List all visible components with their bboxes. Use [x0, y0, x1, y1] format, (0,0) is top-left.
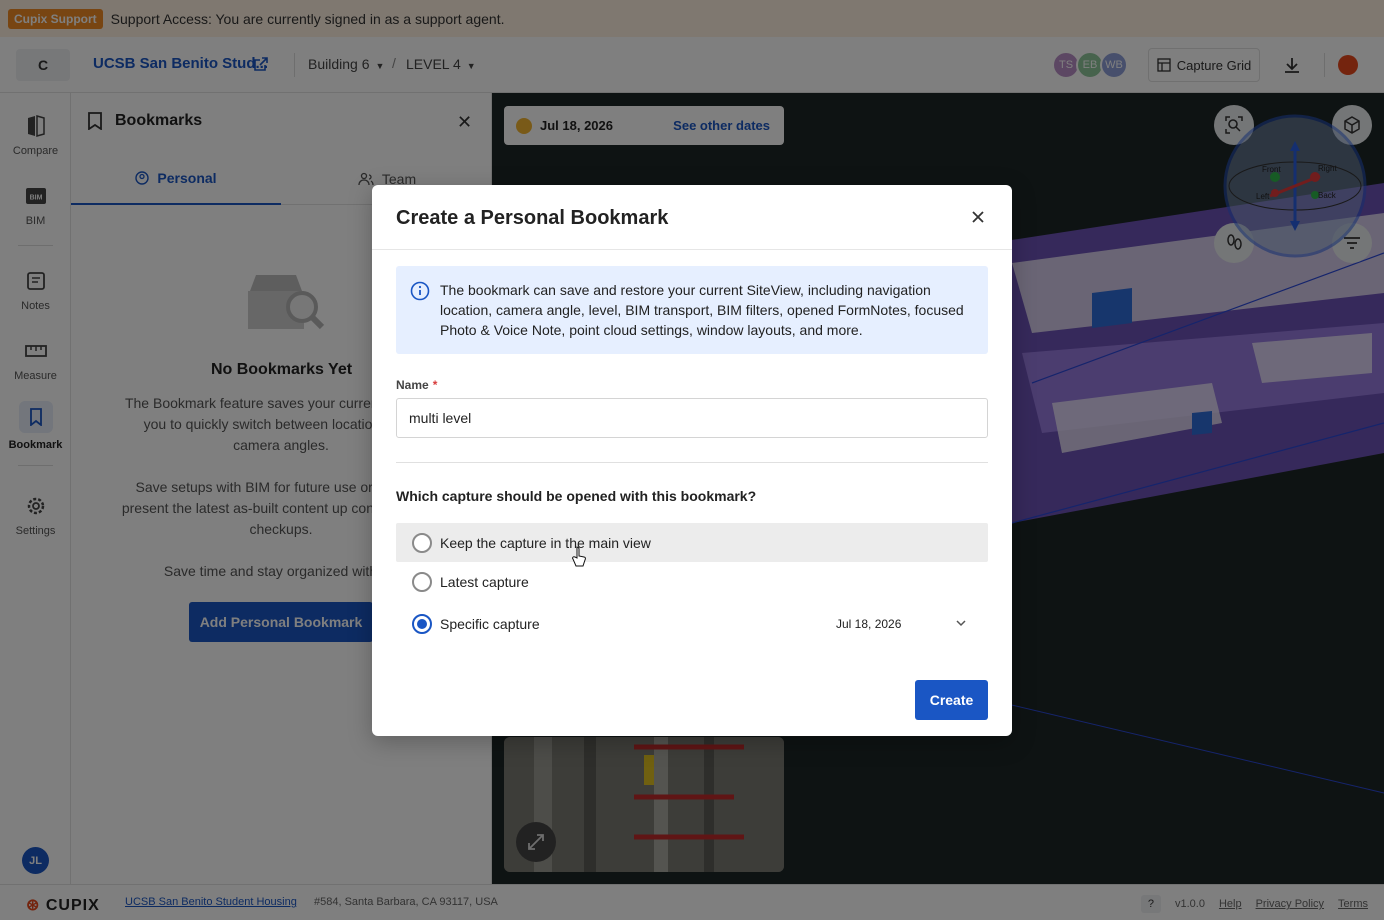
info-banner: The bookmark can save and restore your c… — [396, 266, 988, 354]
option-latest-capture[interactable]: Latest capture — [396, 562, 988, 601]
radio-button[interactable] — [412, 613, 432, 634]
selected-date: Jul 18, 2026 — [836, 616, 902, 631]
divider — [396, 462, 988, 463]
dialog-title: Create a Personal Bookmark — [396, 207, 669, 229]
modal-backdrop — [0, 884, 1384, 920]
radio-button[interactable] — [412, 571, 432, 592]
option-label: Latest capture — [440, 573, 529, 590]
option-label: Keep the capture in the main view — [440, 534, 651, 551]
chevron-down-icon — [956, 620, 966, 627]
close-icon[interactable] — [968, 207, 988, 227]
radio-button[interactable] — [412, 532, 432, 553]
info-text: The bookmark can save and restore your c… — [440, 282, 964, 338]
create-bookmark-dialog: Create a Personal Bookmark The bookmark … — [372, 185, 1012, 736]
capture-question: Which capture should be opened with this… — [396, 488, 757, 504]
option-specific-capture[interactable]: Specific capture Jul 18, 2026 — [396, 604, 988, 643]
info-icon — [410, 281, 430, 301]
required-marker: * — [432, 378, 438, 392]
modal-backdrop — [0, 0, 1384, 37]
name-label-text: Name — [396, 378, 429, 392]
name-field-label: Name * — [396, 378, 437, 392]
option-label: Specific capture — [440, 615, 540, 632]
capture-date-select[interactable]: Jul 18, 2026 — [836, 604, 976, 643]
divider — [372, 249, 1012, 250]
create-button[interactable]: Create — [915, 680, 988, 720]
hand-cursor-icon — [572, 546, 586, 567]
bookmark-name-input[interactable] — [396, 398, 988, 438]
option-keep-main-view[interactable]: Keep the capture in the main view — [396, 523, 988, 562]
modal-backdrop — [0, 37, 1384, 93]
